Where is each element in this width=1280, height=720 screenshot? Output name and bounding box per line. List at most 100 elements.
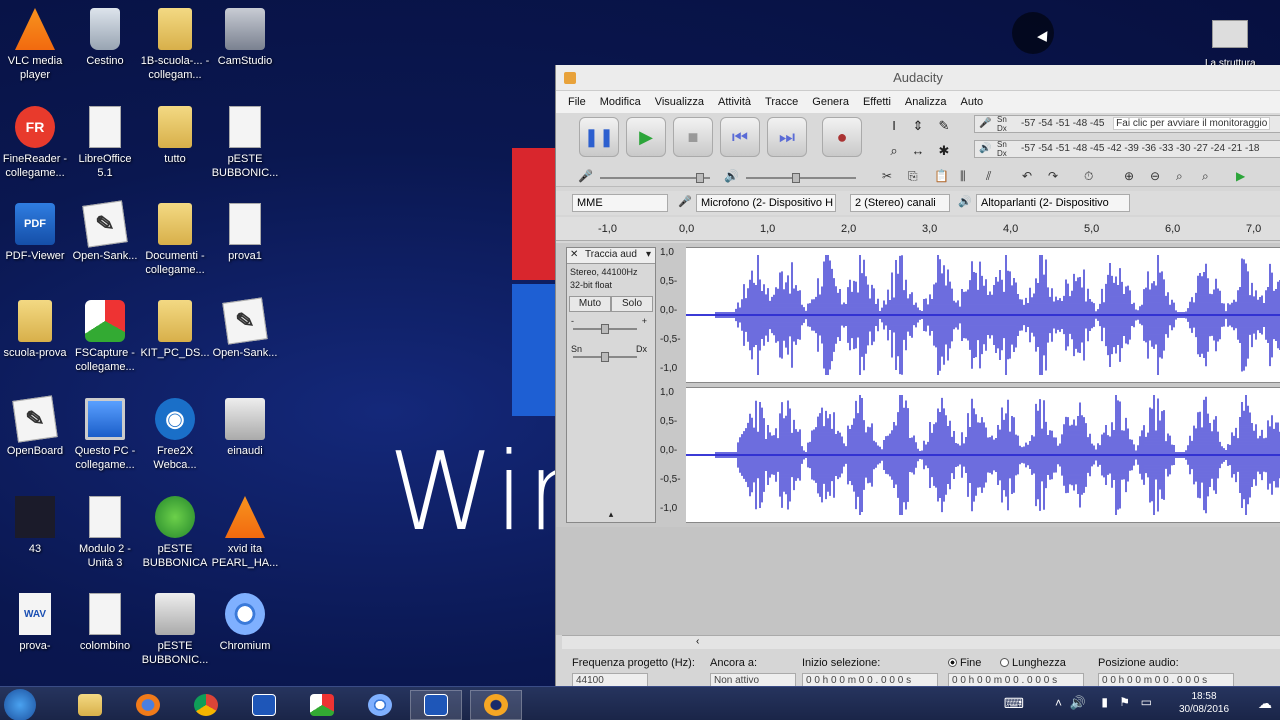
end-radio-group[interactable]: Fine: [948, 657, 981, 669]
taskbar-app-1[interactable]: [238, 690, 290, 720]
envelope-tool-icon[interactable]: ⇕: [907, 115, 929, 137]
desktop-icon[interactable]: CamStudio: [210, 8, 280, 68]
undo-icon[interactable]: ↶: [1022, 169, 1032, 183]
audio-position-field[interactable]: 0 0 h 0 0 m 0 0 . 0 0 0 s: [1098, 673, 1234, 686]
silence-icon[interactable]: ⫽: [986, 169, 991, 184]
notifications-icon[interactable]: ☁: [1258, 695, 1272, 712]
playback-meter[interactable]: 🔊 Sn Dx -57 -54 -51 -48 -45 -42 -39 -36 -…: [974, 140, 1280, 158]
battery-icon[interactable]: ▭: [1141, 695, 1152, 709]
slider-thumb[interactable]: [696, 173, 704, 183]
taskbar-file-explorer[interactable]: [64, 690, 116, 720]
desktop-icon[interactable]: 1B-scuola-... - collegam...: [140, 8, 210, 82]
taskbar-chrome[interactable]: [180, 690, 232, 720]
slider-thumb[interactable]: [792, 173, 800, 183]
desktop-icon[interactable]: pESTE BUBBONICA: [140, 496, 210, 570]
desktop-icon[interactable]: tutto: [140, 106, 210, 166]
monitoring-hint[interactable]: Fai clic per avviare il monitoraggio: [1113, 117, 1271, 130]
paste-icon[interactable]: 📋: [934, 169, 949, 183]
record-meter[interactable]: 🎤 Sn Dx -57 -54 -51 -48 -45 Fai clic per …: [974, 115, 1280, 133]
record-button[interactable]: ●: [822, 117, 862, 157]
end-radio[interactable]: [948, 658, 957, 667]
fit-selection-icon[interactable]: ⌕: [1176, 169, 1183, 184]
menu-item-tracce[interactable]: Tracce: [765, 91, 798, 113]
waveform-channel-2[interactable]: [686, 387, 1280, 523]
project-rate-select[interactable]: 44100: [572, 673, 648, 686]
desktop-icon[interactable]: KIT_PC_DS...: [140, 300, 210, 360]
chevron-down-icon[interactable]: ▾: [646, 248, 651, 262]
desktop-icon[interactable]: ✎ OpenBoard: [0, 395, 70, 458]
copy-icon[interactable]: ⎘: [908, 169, 918, 184]
pause-button[interactable]: ❚❚: [579, 117, 619, 157]
track-header[interactable]: ✕ Traccia aud ▾: [567, 248, 655, 264]
keyboard-icon[interactable]: ⌨: [1004, 695, 1024, 712]
trim-icon[interactable]: ⫼: [960, 169, 966, 184]
length-radio[interactable]: [1000, 658, 1009, 667]
desktop-icon[interactable]: ✎ Open-Sank...: [210, 297, 280, 360]
empty-project-area[interactable]: [556, 527, 1280, 635]
menu-item-visualizza[interactable]: Visualizza: [655, 91, 704, 113]
playback-volume-slider[interactable]: [746, 173, 856, 183]
zoom-in-icon[interactable]: ⊕: [1124, 169, 1134, 183]
record-volume-slider[interactable]: [600, 173, 710, 183]
play-at-speed-icon[interactable]: ▶: [1236, 169, 1245, 183]
audio-host-select[interactable]: MME: [572, 194, 668, 212]
zoom-tool-icon[interactable]: ⌕: [883, 140, 905, 162]
playback-device-select[interactable]: Altoparlanti (2- Dispositivo: [976, 194, 1130, 212]
taskbar-chromium[interactable]: [354, 690, 406, 720]
desktop-icon[interactable]: FSCapture - collegame...: [70, 300, 140, 374]
flag-icon[interactable]: ⚑: [1119, 695, 1130, 709]
desktop-icon[interactable]: ✎ Open-Sank...: [70, 200, 140, 263]
play-button[interactable]: ▶: [626, 117, 666, 157]
skip-to-start-button[interactable]: ⏮: [720, 117, 760, 157]
timeshift-tool-icon[interactable]: ↔: [907, 140, 929, 162]
length-radio-group[interactable]: Lunghezza: [1000, 657, 1066, 669]
desktop-icon[interactable]: FR FineReader - collegame...: [0, 106, 70, 180]
desktop-icon[interactable]: pESTE BUBBONIC...: [210, 106, 280, 180]
taskbar-app-2[interactable]: [410, 690, 462, 720]
desktop-icon[interactable]: PDF PDF-Viewer: [0, 203, 70, 263]
menu-item-analizza[interactable]: Analizza: [905, 91, 947, 113]
desktop-icon[interactable]: Questo PC - collegame...: [70, 398, 140, 472]
menu-item-file[interactable]: File: [568, 91, 586, 113]
selection-end-field[interactable]: 0 0 h 0 0 m 0 0 . 0 0 0 s: [948, 673, 1084, 686]
desktop-icon[interactable]: WAV prova-: [0, 593, 70, 653]
slider-thumb[interactable]: [601, 352, 609, 362]
taskbar-firefox[interactable]: [122, 690, 174, 720]
desktop-icon[interactable]: einaudi: [210, 398, 280, 458]
desktop-icon[interactable]: 43: [0, 496, 70, 556]
desktop-icon[interactable]: Chromium: [210, 593, 280, 653]
pan-slider[interactable]: [573, 352, 637, 362]
menu-item-modifica[interactable]: Modifica: [600, 91, 641, 113]
desktop-icon[interactable]: LibreOffice 5.1: [70, 106, 140, 180]
scroll-left-icon[interactable]: ‹: [696, 636, 699, 647]
desktop-icon-la-struttura[interactable]: La struttura: [1205, 20, 1256, 70]
cut-icon[interactable]: ✂: [882, 169, 892, 183]
track-name[interactable]: Traccia aud: [585, 249, 637, 260]
gain-slider[interactable]: [573, 324, 637, 334]
desktop-icon[interactable]: scuola-prova: [0, 300, 70, 360]
collapse-track-icon[interactable]: ▴: [567, 509, 655, 520]
menu-item-effetti[interactable]: Effetti: [863, 91, 891, 113]
stop-button[interactable]: ■: [673, 117, 713, 157]
timeline-ruler[interactable]: -1,0 0,0 1,0 2,0 3,0 4,0 5,0 6,0 7,0: [556, 217, 1280, 241]
start-button[interactable]: [4, 689, 36, 720]
skip-to-end-button[interactable]: ⏭: [767, 117, 807, 157]
selection-start-field[interactable]: 0 0 h 0 0 m 0 0 . 0 0 0 s: [802, 673, 938, 686]
menu-item-attività[interactable]: Attività: [718, 91, 751, 113]
mute-button[interactable]: Muto: [569, 296, 611, 312]
slider-thumb[interactable]: [601, 324, 609, 334]
desktop-icon[interactable]: prova1: [210, 203, 280, 263]
desktop-icon[interactable]: VLC media player: [0, 8, 70, 82]
desktop-icon[interactable]: xvid ita PEARL_HA...: [210, 496, 280, 570]
menu-item-auto[interactable]: Auto: [960, 91, 983, 113]
desktop-icon[interactable]: Cestino: [70, 8, 140, 68]
zoom-out-icon[interactable]: ⊖: [1150, 169, 1160, 183]
title-bar[interactable]: Audacity: [556, 65, 1280, 91]
desktop-icon[interactable]: Documenti - collegame...: [140, 203, 210, 277]
close-track-icon[interactable]: ✕: [570, 248, 578, 262]
waveform-channel-1[interactable]: [686, 247, 1280, 383]
desktop-icon[interactable]: pESTE BUBBONIC...: [140, 593, 210, 667]
menu-item-genera[interactable]: Genera: [812, 91, 849, 113]
multi-tool-icon[interactable]: ✱: [933, 140, 955, 162]
taskbar-audacity[interactable]: [470, 690, 522, 720]
